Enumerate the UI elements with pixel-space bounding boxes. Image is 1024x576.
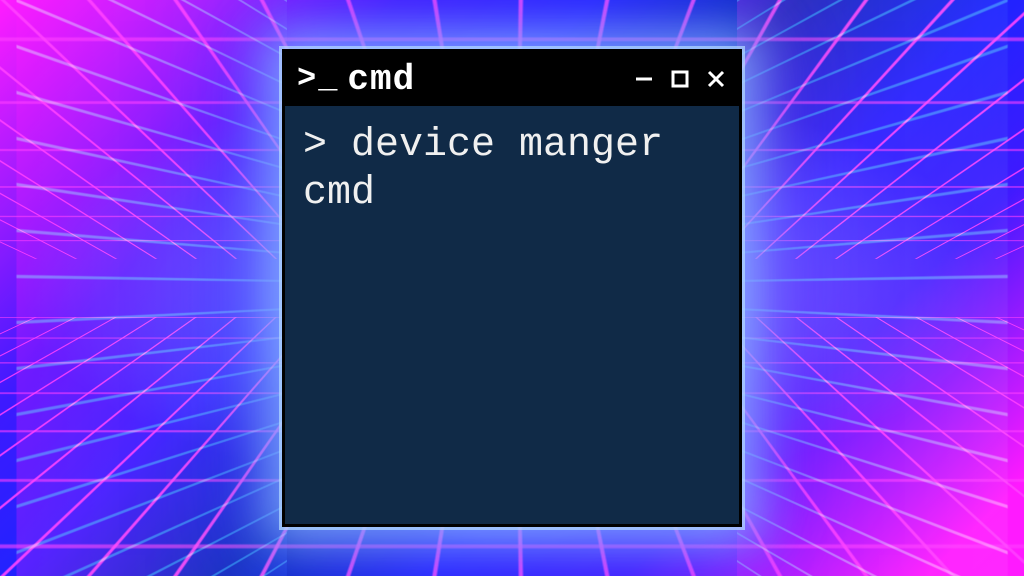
minimize-icon (634, 69, 654, 89)
prompt-icon: >_ (297, 63, 339, 95)
maximize-icon (670, 69, 690, 89)
window-titlebar[interactable]: >_ cmd (285, 52, 739, 106)
window-title: cmd (347, 59, 415, 100)
window-controls (633, 62, 727, 96)
bg-wall-right (737, 0, 1007, 576)
maximize-button[interactable] (669, 62, 691, 96)
cmd-window: >_ cmd > device manger cmd (282, 49, 742, 527)
bg-wall-left (16, 0, 286, 576)
close-icon (705, 68, 727, 90)
command-line: > device manger cmd (303, 122, 721, 218)
minimize-button[interactable] (633, 62, 655, 96)
close-button[interactable] (705, 62, 727, 96)
prompt-symbol: > (303, 123, 351, 168)
terminal-body[interactable]: > device manger cmd (285, 106, 739, 524)
command-text: device manger cmd (303, 123, 687, 216)
